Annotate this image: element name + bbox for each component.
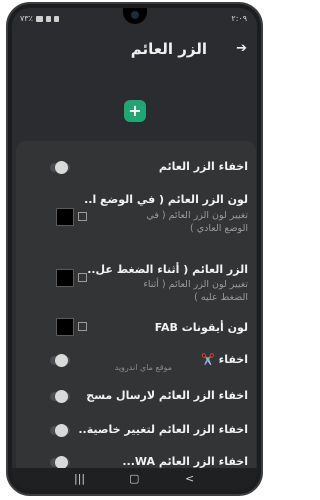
color-swatch[interactable] bbox=[56, 208, 74, 226]
watermark-row: موقع ماي اندرويد bbox=[16, 361, 256, 375]
screen: ٧٣٪ ٢:٠٩ ➔ الزر العائم + اخفاء الزر العا… bbox=[12, 8, 257, 490]
back-nav-icon[interactable]: < bbox=[185, 472, 194, 485]
setting-hide-fab-feature[interactable]: اخفاء الزر العائم لتغيير خاصية.. bbox=[16, 415, 256, 445]
hide-fab-toggle[interactable] bbox=[50, 161, 70, 174]
setting-title: اخفاء الزر العائم لارسال مسج bbox=[86, 389, 248, 402]
setting-title: اخفاء الزر العائم bbox=[158, 160, 248, 173]
setting-title: لون الزر العائم ( في الوضع ا.. bbox=[84, 193, 248, 206]
color-swatch[interactable] bbox=[56, 269, 74, 287]
setting-title: الزر العائم ( أثناء الضغط عل.. bbox=[87, 263, 248, 276]
clock: ٢:٠٩ bbox=[231, 14, 247, 23]
setting-hide-fab-messages[interactable]: اخفاء الزر العائم لارسال مسج bbox=[16, 381, 256, 411]
recent-apps-icon[interactable]: ||| bbox=[74, 472, 85, 485]
status-icons-left: ٧٣٪ bbox=[20, 14, 59, 23]
page-title: الزر العائم bbox=[130, 40, 207, 58]
app-bar: ➔ الزر العائم bbox=[12, 30, 257, 70]
fab-add-button[interactable]: + bbox=[124, 100, 146, 122]
signal-icon bbox=[45, 15, 51, 22]
settings-list: اخفاء الزر العائم لون الزر العائم ( في ا… bbox=[16, 141, 256, 475]
arrow-right-icon[interactable]: ➔ bbox=[236, 41, 247, 56]
setting-summary: تغيير لون الزر العائم ( في الوضع العادي … bbox=[146, 210, 248, 234]
setting-fab-color-pressed[interactable]: الزر العائم ( أثناء الضغط عل.. تغيير لون… bbox=[16, 259, 256, 319]
setting-hide-fab[interactable]: اخفاء الزر العائم bbox=[16, 151, 256, 181]
wifi-icon bbox=[53, 15, 59, 22]
hide-fab-feature-toggle[interactable] bbox=[50, 424, 70, 437]
hide-fab-wa-toggle[interactable] bbox=[50, 456, 70, 469]
system-nav-bar: ||| ▢ < bbox=[12, 468, 257, 490]
phone-frame: ٧٣٪ ٢:٠٩ ➔ الزر العائم + اخفاء الزر العا… bbox=[6, 2, 263, 496]
hide-fab-messages-toggle[interactable] bbox=[50, 390, 70, 403]
home-icon[interactable]: ▢ bbox=[129, 472, 139, 485]
battery-icon bbox=[35, 15, 43, 22]
battery-percent: ٧٣٪ bbox=[20, 14, 33, 23]
setting-title: لون أيقونات FAB bbox=[154, 321, 248, 334]
checkbox[interactable] bbox=[78, 212, 87, 221]
setting-title: اخفاء الزر العائم لتغيير خاصية.. bbox=[78, 423, 248, 436]
color-swatch[interactable] bbox=[56, 318, 74, 336]
checkbox[interactable] bbox=[78, 273, 87, 282]
watermark-text: موقع ماي اندرويد bbox=[114, 363, 172, 372]
setting-title: اخفاء الزر العائم WA... bbox=[122, 455, 248, 468]
setting-fab-icons-color[interactable]: لون أيقونات FAB bbox=[16, 313, 256, 343]
setting-fab-color-normal[interactable]: لون الزر العائم ( في الوضع ا.. تغيير لون… bbox=[16, 189, 256, 259]
checkbox[interactable] bbox=[78, 322, 87, 331]
setting-summary: تغيير لون الزر العائم ( أثناء الضغط عليه… bbox=[143, 279, 248, 303]
